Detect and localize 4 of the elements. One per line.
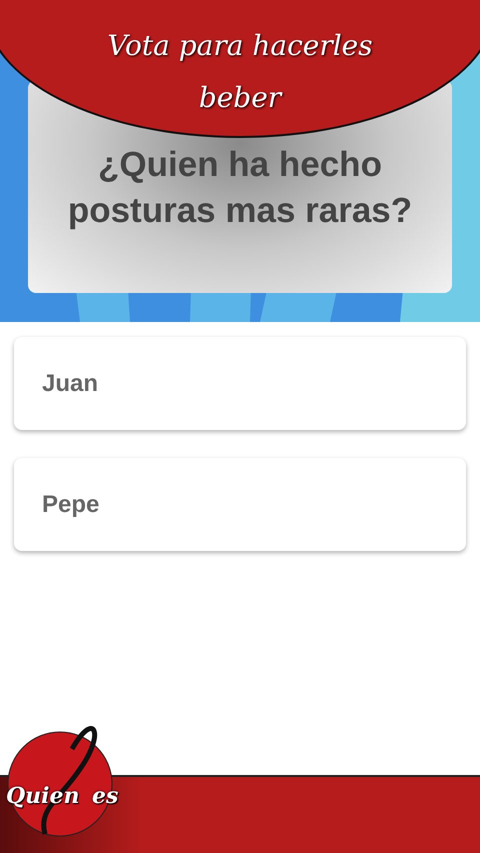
question-text: ¿Quien ha hecho posturas mas raras? — [66, 144, 414, 232]
banner-title: Vota para hacerles beber — [106, 28, 374, 116]
answer-option[interactable]: Juan — [14, 337, 466, 430]
answer-option[interactable]: Pepe — [14, 458, 466, 551]
